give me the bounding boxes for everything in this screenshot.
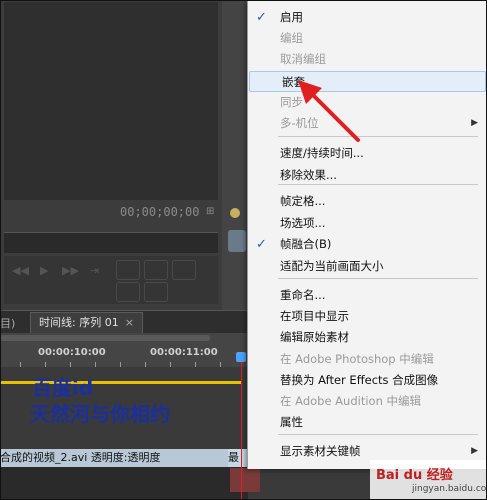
annotation-arrow (298, 80, 360, 142)
watermark-brand: Bai du 经验 (376, 468, 453, 483)
app-frame: 00;00;00;00 ⊞ ◀◀ ▶ ▶▶ ⇥ 目) 时间线: 序列 01 × 0… (0, 0, 487, 500)
baidu-watermark: Bai du 经验 jingyan.baidu.com (370, 460, 487, 500)
watermark-domain: jingyan.baidu.com (412, 484, 487, 494)
